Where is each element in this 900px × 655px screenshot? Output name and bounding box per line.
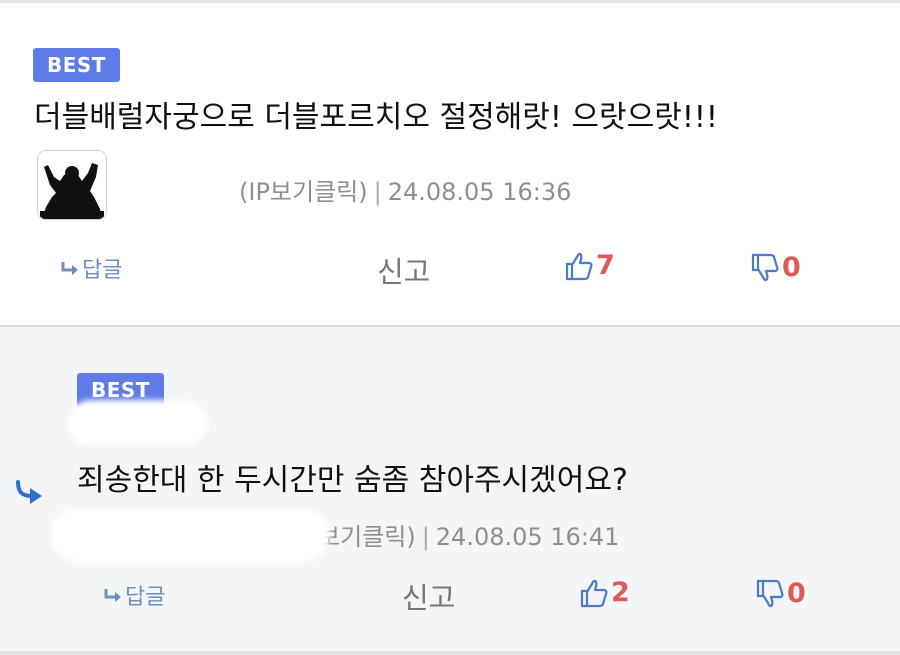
reply-label: 답글 (125, 585, 166, 610)
report-button[interactable]: 신고 (377, 249, 430, 291)
thumbs-up-icon (565, 252, 593, 280)
thumbs-down-icon (751, 253, 779, 281)
redacted-avatar-and-name (50, 508, 330, 562)
downvote-count: 0 (782, 252, 801, 283)
report-label: 신고 (402, 581, 456, 615)
comment-meta: (IP보기클릭) | 24.08.05 16:36 (239, 172, 571, 207)
reply-button[interactable]: 답글 (60, 252, 122, 284)
redacted-username (68, 400, 208, 446)
meta-separator: | (373, 178, 382, 206)
comment-text: 더블배럴자궁으로 더블포르치오 절정해랏! 으랏으랏!!! (34, 100, 718, 135)
reply-arrow-icon (104, 589, 121, 602)
user-avatar-icon (38, 151, 106, 219)
report-button[interactable]: 신고 (402, 575, 455, 617)
upvote-count: 2 (611, 577, 630, 608)
thumbs-down-icon (756, 579, 784, 607)
ip-view-link[interactable]: 보기클릭) (318, 523, 416, 551)
downvote-button[interactable]: 0 (751, 252, 801, 283)
reply-button[interactable]: 답글 (103, 579, 165, 611)
user-avatar[interactable] (37, 150, 107, 220)
upvote-button[interactable]: 7 (565, 250, 615, 281)
bottom-border (0, 651, 900, 655)
reply-label: 답글 (82, 258, 123, 283)
meta-separator: | (421, 523, 430, 551)
upvote-count: 7 (596, 250, 615, 281)
reply-arrow-icon (61, 262, 78, 275)
downvote-count: 0 (787, 578, 806, 609)
thumbs-up-icon (580, 579, 608, 607)
downvote-button[interactable]: 0 (756, 578, 806, 609)
report-label: 신고 (377, 255, 431, 289)
timestamp: 24.08.05 16:36 (387, 178, 572, 206)
best-badge: BEST (33, 48, 120, 82)
comment-meta: 보기클릭) | 24.08.05 16:41 (318, 517, 619, 552)
ip-view-link[interactable]: (IP보기클릭) (239, 178, 368, 206)
upvote-button[interactable]: 2 (580, 577, 630, 608)
comment-text: 죄송한대 한 두시간만 숨좀 참아주시겠어요? (77, 463, 628, 498)
nested-reply-arrow-icon (16, 480, 42, 504)
timestamp: 24.08.05 16:41 (435, 523, 620, 551)
